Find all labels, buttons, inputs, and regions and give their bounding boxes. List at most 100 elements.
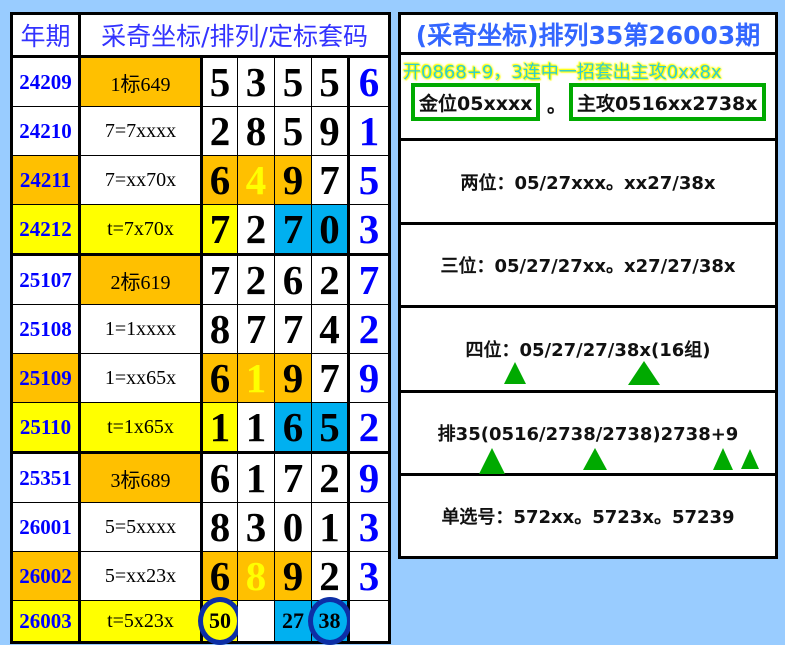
digit-cell: 2 [311, 452, 349, 503]
triangle-marker-icon [583, 448, 607, 470]
digit-value: 9 [282, 355, 304, 401]
period-cell: 24209 [11, 56, 81, 107]
main-pick-section: 开0868+9，3连中一招套出主攻0xx8x 金位05xxxx 。 主攻0516… [401, 55, 775, 141]
digit-value: 5 [282, 108, 304, 154]
period-cell: 26003 [11, 600, 81, 643]
period-cell: 25107 [11, 254, 81, 305]
gold-position-box: 金位05xxxx [411, 83, 541, 121]
single-pick-section: 单选号：572xx。5723x。57239 [401, 476, 775, 556]
digit-value: 27 [282, 608, 304, 633]
extra-digit-cell: 6 [346, 56, 391, 107]
code-cell: 2标619 [79, 254, 203, 305]
two-position-text: 两位：05/27xxx。xx27/38x [460, 172, 716, 194]
digit-value: 5 [319, 59, 340, 105]
digit-cell: 7 [274, 204, 312, 256]
digit-value: 3 [245, 504, 267, 550]
digit-value: 2 [209, 108, 231, 154]
digit-value: 6 [282, 404, 304, 450]
digit-cell: 4 [237, 155, 275, 205]
digit-cell: 27 [274, 600, 312, 643]
digit-value: 4 [319, 306, 340, 352]
digit-value: 3 [245, 59, 267, 105]
digit-value: 0 [319, 206, 340, 252]
code-cell: 3标689 [79, 452, 203, 503]
single-pick-text: 单选号：572xx。5723x。57239 [441, 507, 735, 528]
four-position-text: 四位：05/27/27/38x(16组) [465, 340, 711, 361]
digit-value: 6 [209, 157, 231, 203]
digit-cell: 6 [274, 402, 312, 454]
table-row: 26002 5=xx23x 6 8 9 2 3 [11, 551, 391, 601]
period-cell: 24212 [11, 204, 81, 256]
digit-value: 7 [209, 257, 231, 303]
digit-value: 6 [209, 355, 231, 401]
digit-cell: 1 [311, 502, 349, 552]
three-position-section: 三位：05/27/27xx。x27/27/38x [401, 225, 775, 308]
table-row: 25109 1=xx65x 6 1 9 7 9 [11, 353, 391, 403]
two-position-section: 两位：05/27xxx。xx27/38x [401, 141, 775, 225]
digit-cell: 8 [201, 502, 238, 552]
table-row: 26003 t=5x23x 50 27 38 [11, 597, 391, 645]
digit-cell: 0 [311, 204, 349, 256]
digit-cell: 7 [274, 452, 312, 503]
extra-digit-cell: 7 [346, 254, 391, 305]
extra-digit-cell: 3 [346, 502, 391, 552]
digit-value: 7 [282, 306, 304, 352]
digit-value: 7 [282, 206, 304, 252]
table-row: 24211 7=xx70x 6 4 9 7 5 [11, 155, 391, 205]
digit-value: 6 [209, 553, 231, 599]
three-position-text: 三位：05/27/27xx。x27/27/38x [440, 256, 736, 277]
digit-value: 8 [245, 108, 267, 154]
digit-cell: 1 [237, 353, 275, 403]
digit-cell: 5 [311, 56, 349, 107]
digit-cell: 7 [311, 155, 349, 205]
main-attack-box: 主攻0516xx2738x [569, 83, 766, 121]
panel-title: (采奇坐标)排列35第26003期 [401, 15, 775, 55]
digit-value: 5 [282, 59, 304, 105]
pai35-text: 排35(0516/2738/2738)2738+9 [437, 424, 739, 445]
digit-cell: 2 [311, 551, 349, 601]
extra-digit-cell: 2 [346, 402, 391, 454]
digit-cell [237, 600, 275, 643]
digit-value: 8 [209, 504, 231, 550]
digit-cell: 1 [201, 402, 238, 454]
extra-digit-cell: 3 [346, 551, 391, 601]
digit-value: 7 [282, 455, 304, 501]
digit-value: 2 [319, 257, 340, 303]
digit-value: 38 [318, 608, 341, 633]
digit-cell: 5 [274, 56, 312, 107]
period-cell: 25351 [11, 452, 81, 503]
digit-cell: 2 [237, 254, 275, 305]
extra-digit-cell: 1 [346, 106, 391, 156]
code-cell: 5=5xxxx [79, 502, 203, 552]
digit-value: 5 [209, 59, 231, 105]
code-cell: 1标649 [79, 56, 203, 107]
digit-value: 1 [209, 404, 231, 450]
code-cell: 5=xx23x [79, 551, 203, 601]
digit-value: 5 [319, 404, 340, 450]
digit-cell: 9 [274, 551, 312, 601]
digit-value: 2 [245, 257, 267, 303]
digit-cell: 6 [201, 452, 238, 503]
pai35-section: 排35(0516/2738/2738)2738+9 [401, 393, 775, 476]
code-cell: 7=7xxxx [79, 106, 203, 156]
digit-cell: 1 [237, 402, 275, 454]
digit-cell: 7 [274, 304, 312, 354]
digit-value: 7 [319, 157, 340, 203]
digit-cell: 7 [237, 304, 275, 354]
triangle-marker-icon [504, 362, 526, 384]
digit-value: 50 [209, 608, 231, 633]
digit-cell: 3 [237, 56, 275, 107]
code-cell: t=7x70x [79, 204, 203, 256]
digit-value: 9 [282, 553, 304, 599]
digit-cell: 2 [237, 204, 275, 256]
digit-cell: 9 [311, 106, 349, 156]
table-row: 24210 7=7xxxx 2 8 5 9 1 [11, 106, 391, 156]
header-code: 采奇坐标/排列/定标套码 [78, 13, 391, 58]
triangle-marker-icon [741, 449, 759, 469]
digit-value: 1 [245, 404, 267, 450]
digit-value: 4 [245, 157, 267, 203]
extra-digit-cell: 9 [346, 353, 391, 403]
code-cell: t=1x65x [79, 402, 203, 454]
period-cell: 25108 [11, 304, 81, 354]
period-cell: 26002 [11, 551, 81, 601]
